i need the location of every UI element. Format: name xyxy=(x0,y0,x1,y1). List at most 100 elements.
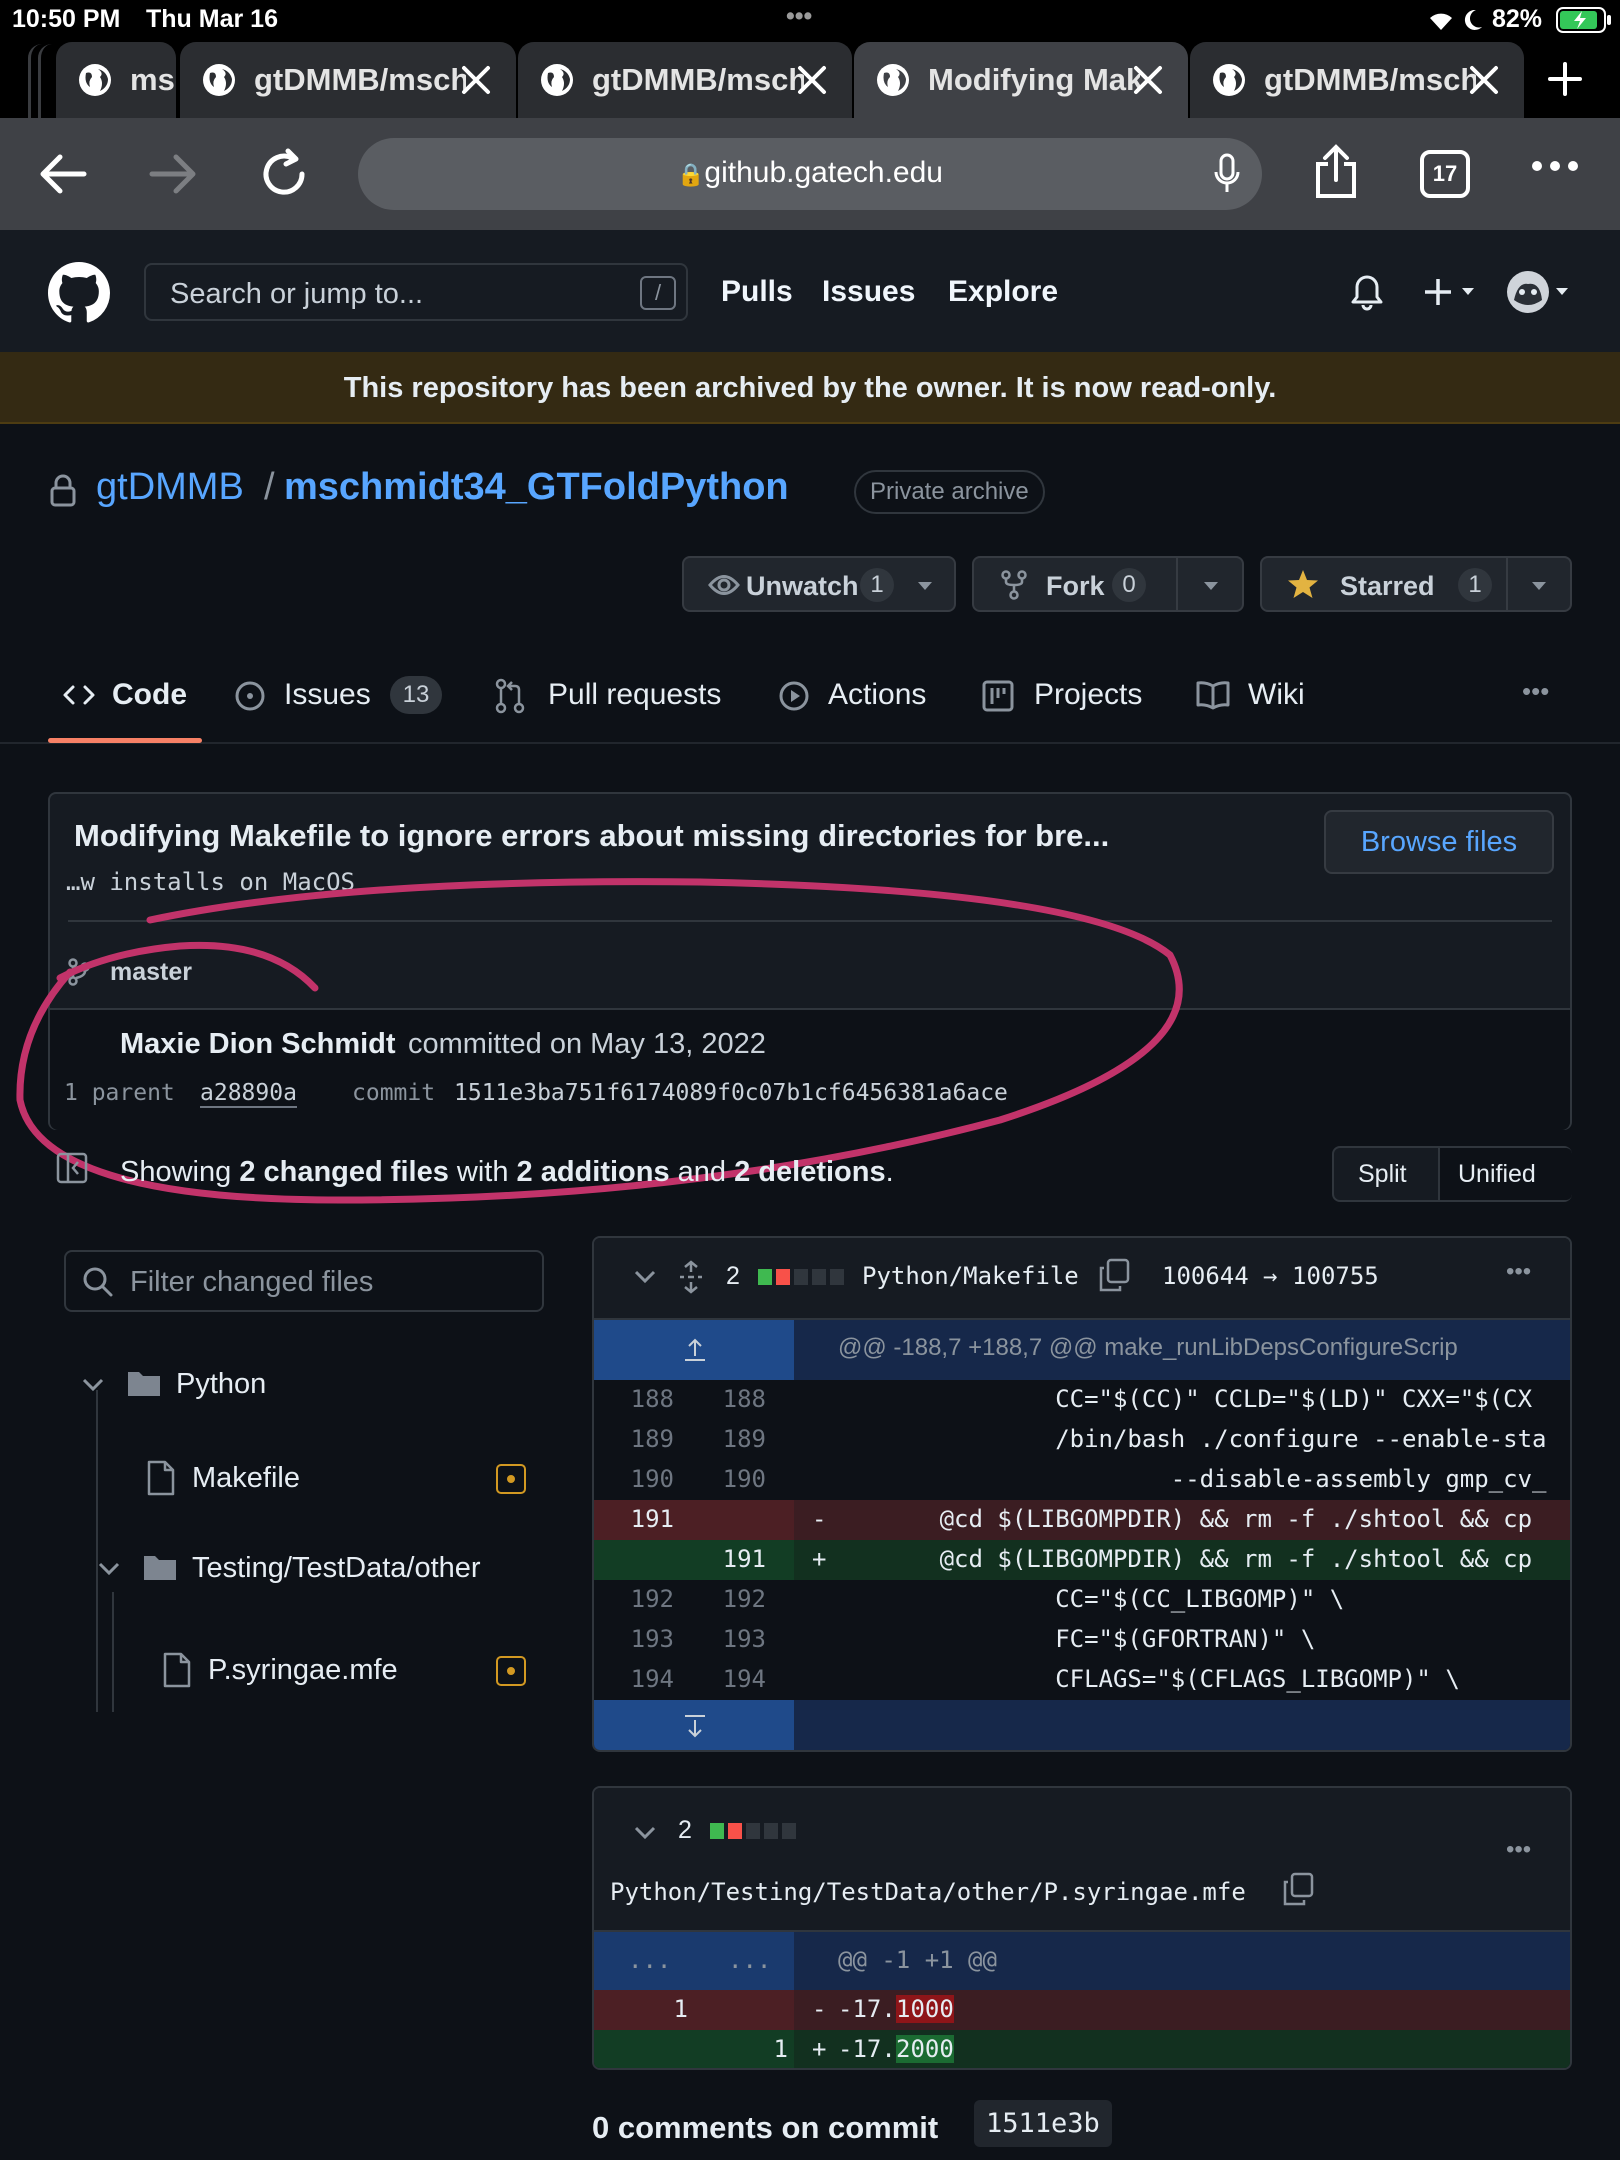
chevron-down-icon[interactable] xyxy=(1530,580,1548,592)
diff-line-deleted: 1 - -17. 1000 xyxy=(594,1990,1570,2030)
split-view-button[interactable]: Split xyxy=(1358,1160,1407,1189)
file-icon xyxy=(146,1460,176,1496)
repo-path-separator: / xyxy=(264,466,275,508)
new-line-number[interactable]: 188 xyxy=(706,1385,766,1413)
tree-folder-python[interactable]: Python xyxy=(82,1362,542,1412)
browser-tab[interactable]: msc xyxy=(56,42,176,118)
search-shortcut-key: / xyxy=(640,276,676,310)
expand-down-button[interactable] xyxy=(594,1700,794,1750)
comments-heading: 0 comments on commit xyxy=(592,2110,939,2145)
starred-button[interactable]: Starred 1 xyxy=(1260,556,1572,612)
multitasking-dots[interactable]: ••• xyxy=(786,2,812,31)
old-line-number[interactable]: 189 xyxy=(614,1425,674,1453)
user-avatar[interactable] xyxy=(1506,270,1570,314)
reload-icon[interactable] xyxy=(258,148,310,200)
tab-wiki[interactable]: Wiki xyxy=(1196,674,1316,720)
browser-tab[interactable]: gtDMMB/msch xyxy=(1190,42,1524,118)
repo-owner-link[interactable]: gtDMMB xyxy=(96,466,244,509)
new-line-number[interactable]: 190 xyxy=(706,1465,766,1493)
close-tab-icon[interactable] xyxy=(458,62,494,98)
more-options-icon[interactable] xyxy=(1530,156,1580,176)
filter-files-input[interactable]: Filter changed files xyxy=(64,1250,544,1312)
search-input[interactable]: Search or jump to... / xyxy=(144,263,688,321)
book-icon xyxy=(1196,680,1230,710)
tab-projects[interactable]: Projects xyxy=(982,674,1152,720)
new-line-number[interactable]: 1 xyxy=(728,2035,788,2063)
close-tab-icon[interactable] xyxy=(1466,62,1502,98)
chevron-down-icon[interactable] xyxy=(634,1826,656,1840)
toggle-file-tree-icon[interactable] xyxy=(56,1152,88,1184)
fork-button[interactable]: Fork 0 xyxy=(972,556,1244,612)
nav-explore[interactable]: Explore xyxy=(948,275,1058,309)
tab-pull-requests[interactable]: Pull requests xyxy=(494,674,734,720)
new-line-number[interactable]: 191 xyxy=(706,1545,766,1573)
bell-icon[interactable] xyxy=(1350,273,1384,311)
tree-file-psyringae[interactable]: P.syringae.mfe xyxy=(162,1648,542,1698)
diff-file-header: 2 Python/Makefile 100644 → 100755 ••• xyxy=(594,1238,1570,1318)
new-line-number[interactable]: 194 xyxy=(706,1665,766,1693)
old-line-number[interactable]: 191 xyxy=(614,1505,674,1533)
close-tab-icon[interactable] xyxy=(794,62,830,98)
status-time: 10:50 PM xyxy=(12,5,121,33)
code-line: FC="$(GFORTRAN)" \ xyxy=(824,1625,1316,1653)
tree-file-makefile[interactable]: Makefile xyxy=(146,1456,542,1506)
new-tab-plus-icon[interactable] xyxy=(1546,60,1584,98)
tab-code[interactable]: Code xyxy=(62,674,212,720)
diff-file-path[interactable]: Python/Testing/TestData/other/P.syringae… xyxy=(610,1878,1246,1906)
old-line-number[interactable]: 190 xyxy=(614,1465,674,1493)
wifi-icon xyxy=(1426,8,1456,32)
browser-tab[interactable]: gtDMMB/msch xyxy=(180,42,516,118)
hunk-footer-row xyxy=(594,1700,1570,1750)
copy-icon[interactable] xyxy=(1098,1258,1130,1292)
browser-tab-active[interactable]: Modifying Mak xyxy=(854,42,1188,118)
tree-folder-testdata[interactable]: Testing/TestData/other xyxy=(98,1546,542,1596)
old-line-number[interactable]: 192 xyxy=(614,1585,674,1613)
diffstat-bar xyxy=(710,1823,802,1839)
close-tab-icon[interactable] xyxy=(1130,62,1166,98)
new-line-number[interactable]: 193 xyxy=(706,1625,766,1653)
share-icon[interactable] xyxy=(1312,144,1360,200)
unwatch-button[interactable]: Unwatch 1 xyxy=(682,556,956,612)
old-line-number[interactable]: 193 xyxy=(614,1625,674,1653)
file-options-button[interactable]: ••• xyxy=(1506,1258,1531,1286)
repo-name-link[interactable]: mschmidt34_GTFoldPython xyxy=(284,466,789,509)
new-line-number[interactable]: 192 xyxy=(706,1585,766,1613)
old-line-number[interactable]: 1 xyxy=(628,1995,688,2023)
microphone-icon[interactable] xyxy=(1212,152,1242,196)
folder-icon xyxy=(142,1552,178,1582)
browse-files-label: Browse files xyxy=(1360,826,1518,858)
copy-icon[interactable] xyxy=(1282,1872,1314,1906)
github-logo-icon[interactable] xyxy=(48,262,110,324)
old-line-number[interactable]: 194 xyxy=(614,1665,674,1693)
chevron-down-icon[interactable] xyxy=(634,1270,656,1284)
expand-all-icon[interactable] xyxy=(678,1260,704,1294)
diff-file-path[interactable]: Python/Makefile xyxy=(862,1262,1079,1290)
tab-actions[interactable]: Actions xyxy=(778,674,938,720)
old-line-number[interactable]: 188 xyxy=(614,1385,674,1413)
forward-arrow-icon[interactable] xyxy=(148,152,198,196)
address-bar[interactable]: 🔒github.gatech.edu xyxy=(358,138,1262,210)
diff-line-added: 191 + @cd $(LIBGOMPDIR) && rm -f ./shtoo… xyxy=(594,1540,1570,1580)
eye-icon xyxy=(708,572,740,598)
lock-icon: 🔒 xyxy=(677,162,705,187)
tab-issues[interactable]: Issues 13 xyxy=(232,674,452,720)
chevron-down-icon[interactable] xyxy=(1202,580,1220,592)
hunk-ellipsis-old: ... xyxy=(628,1946,672,1974)
diff-summary: Showing 2 changed files with 2 additions… xyxy=(120,1156,894,1189)
nav-issues[interactable]: Issues xyxy=(822,275,915,309)
diff-line-deleted: 191 - @cd $(LIBGOMPDIR) && rm -f ./shtoo… xyxy=(594,1500,1570,1540)
summary-and: and xyxy=(677,1156,727,1188)
browse-files-button[interactable]: Browse files xyxy=(1324,810,1554,874)
tab-actions-label: Actions xyxy=(828,678,927,711)
file-options-button[interactable]: ••• xyxy=(1506,1836,1531,1864)
nav-pulls[interactable]: Pulls xyxy=(721,275,793,309)
unified-view-button[interactable]: Unified xyxy=(1438,1148,1572,1200)
create-new-plus-icon[interactable] xyxy=(1424,277,1478,307)
new-line-number[interactable]: 189 xyxy=(706,1425,766,1453)
back-arrow-icon[interactable] xyxy=(38,152,88,196)
more-tabs-button[interactable]: ••• xyxy=(1522,676,1549,707)
tab-overview-button[interactable]: 17 xyxy=(1420,150,1470,198)
browser-tab[interactable]: gtDMMB/msch xyxy=(518,42,852,118)
expand-hunk-button[interactable]: ... ... xyxy=(594,1932,794,1990)
expand-up-button[interactable] xyxy=(594,1320,794,1380)
